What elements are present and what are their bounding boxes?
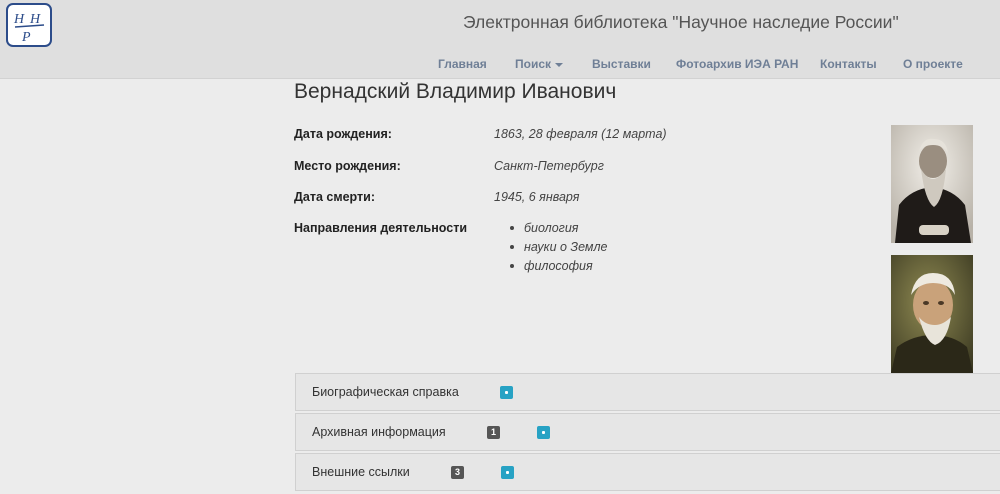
panel-archive[interactable]: Архивная информация 1 xyxy=(295,413,1000,451)
portrait-photo-1[interactable] xyxy=(891,125,973,243)
svg-text:Н: Н xyxy=(29,12,41,27)
birth-date-value: 1863, 28 февраля (12 марта) xyxy=(494,127,667,141)
death-date-value: 1945, 6 января xyxy=(494,190,580,204)
activity-item: науки о Земле xyxy=(510,240,607,259)
nav-contacts[interactable]: Контакты xyxy=(820,57,877,71)
nav-exhibitions[interactable]: Выставки xyxy=(592,57,651,71)
expand-plus-icon[interactable] xyxy=(537,426,550,439)
activities-list: биология науки о Земле философия xyxy=(510,221,607,278)
nav-home[interactable]: Главная xyxy=(438,57,487,71)
nav-photo-archive[interactable]: Фотоархив ИЭА РАН xyxy=(676,57,798,71)
panel-biography-title: Биографическая справка xyxy=(312,385,459,399)
caret-down-icon xyxy=(555,62,564,67)
count-badge: 3 xyxy=(451,466,464,479)
panel-external-links[interactable]: Внешние ссылки 3 xyxy=(295,453,1000,491)
portrait-photo-2[interactable] xyxy=(891,255,973,373)
panel-archive-title: Архивная информация xyxy=(312,425,446,439)
panel-external-links-title: Внешние ссылки xyxy=(312,465,410,479)
birth-place-value: Санкт-Петербург xyxy=(494,159,604,173)
site-title: Электронная библиотека "Научное наследие… xyxy=(463,12,899,32)
panel-biography[interactable]: Биографическая справка xyxy=(295,373,1000,411)
nav-about[interactable]: О проекте xyxy=(903,57,963,71)
death-date-label: Дата смерти: xyxy=(294,190,375,204)
birth-place-label: Место рождения: xyxy=(294,159,401,173)
activity-item: философия xyxy=(510,259,607,278)
count-badge: 1 xyxy=(487,426,500,439)
nav-search-dropdown[interactable]: Поиск xyxy=(515,57,564,71)
person-name: Вернадский Владимир Иванович xyxy=(294,80,617,103)
svg-text:Н: Н xyxy=(13,12,25,27)
site-logo[interactable]: Н Н Р xyxy=(6,3,52,47)
activities-label: Направления деятельности xyxy=(294,221,468,235)
activity-item: биология xyxy=(510,221,607,240)
nav-search-label: Поиск xyxy=(515,57,552,71)
expand-plus-icon[interactable] xyxy=(501,466,514,479)
svg-text:Р: Р xyxy=(21,30,31,45)
expand-plus-icon[interactable] xyxy=(500,386,513,399)
birth-date-label: Дата рождения: xyxy=(294,127,392,141)
logo-monogram: Н Н Р xyxy=(13,12,45,45)
top-header: Н Н Р Электронная библиотека "Научное на… xyxy=(0,0,1000,79)
